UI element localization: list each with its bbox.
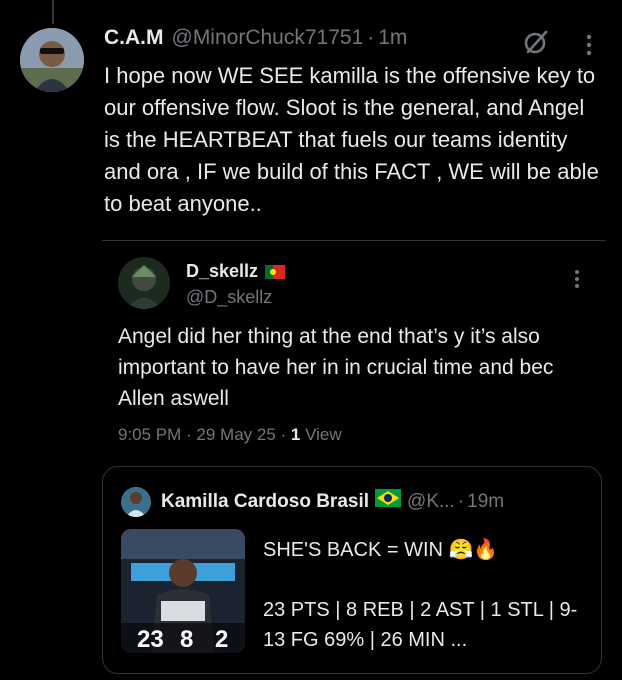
quoted-avatar-image <box>118 257 170 309</box>
tweet-text: I hope now WE SEE kamilla is the offensi… <box>104 63 599 216</box>
nested-quote-avatar[interactable] <box>121 487 151 517</box>
tweet-header: C.A.M @MinorChuck71751 · 1m <box>104 26 407 50</box>
thumbnail-stat-rebounds: 8 <box>180 626 193 653</box>
thread-connector-line <box>52 0 54 24</box>
quoted-author-handle[interactable]: @D_skellz <box>186 287 272 308</box>
nested-quote-stats: 23 PTS | 8 REB | 2 AST | 1 STL | 9-13 FG… <box>263 599 578 651</box>
tweet-time[interactable]: 1m <box>378 26 407 50</box>
nested-quote-time[interactable]: 19m <box>467 491 504 513</box>
portugal-flag-icon <box>265 265 286 279</box>
avatar[interactable] <box>20 28 84 92</box>
more-icon[interactable] <box>586 34 592 56</box>
separator-dot: · <box>457 491 465 512</box>
views-count: 1 <box>290 425 301 444</box>
nested-quote-card[interactable]: Kamilla Cardoso Brasil @K... · 19m 23 8 … <box>102 466 602 674</box>
views-label: View <box>300 425 342 444</box>
grok-icon[interactable] <box>522 28 550 56</box>
quoted-avatar[interactable] <box>118 257 170 309</box>
nested-quote-header: Kamilla Cardoso Brasil @K... · 19m <box>161 489 504 513</box>
author-handle[interactable]: @MinorChuck71751 <box>172 26 364 50</box>
more-icon[interactable] <box>574 269 580 289</box>
quoted-author-name-text: D_skellz <box>186 261 259 281</box>
brazil-flag-icon <box>375 489 402 507</box>
quoted-tweet[interactable]: D_skellz @D_skellz Angel did her thing a… <box>102 240 606 465</box>
quoted-timestamp[interactable]: 9:05 PM · 29 May 25 · <box>118 425 291 444</box>
quoted-tweet-meta: 9:05 PM · 29 May 25 · 1 View <box>118 425 342 445</box>
quoted-author-name[interactable]: D_skellz <box>186 261 286 282</box>
nested-quote-handle[interactable]: @K... <box>407 491 455 513</box>
thumbnail-stat-points: 23 <box>137 626 164 653</box>
quoted-tweet-text: Angel did her thing at the end that’s y … <box>118 325 554 410</box>
nested-quote-media-thumbnail[interactable]: 23 8 2 <box>121 529 245 653</box>
separator-dot: · <box>367 26 375 49</box>
avatar-image <box>20 28 84 92</box>
nested-quote-headline: SHE'S BACK = WIN 😤🔥 <box>263 539 499 561</box>
author-name[interactable]: C.A.M <box>104 26 164 50</box>
nested-quote-author-name[interactable]: Kamilla Cardoso Brasil <box>161 491 369 513</box>
nested-quote-avatar-image <box>121 487 151 517</box>
player-photo: 23 8 2 <box>121 529 245 653</box>
thumbnail-stat-assists: 2 <box>215 626 228 653</box>
